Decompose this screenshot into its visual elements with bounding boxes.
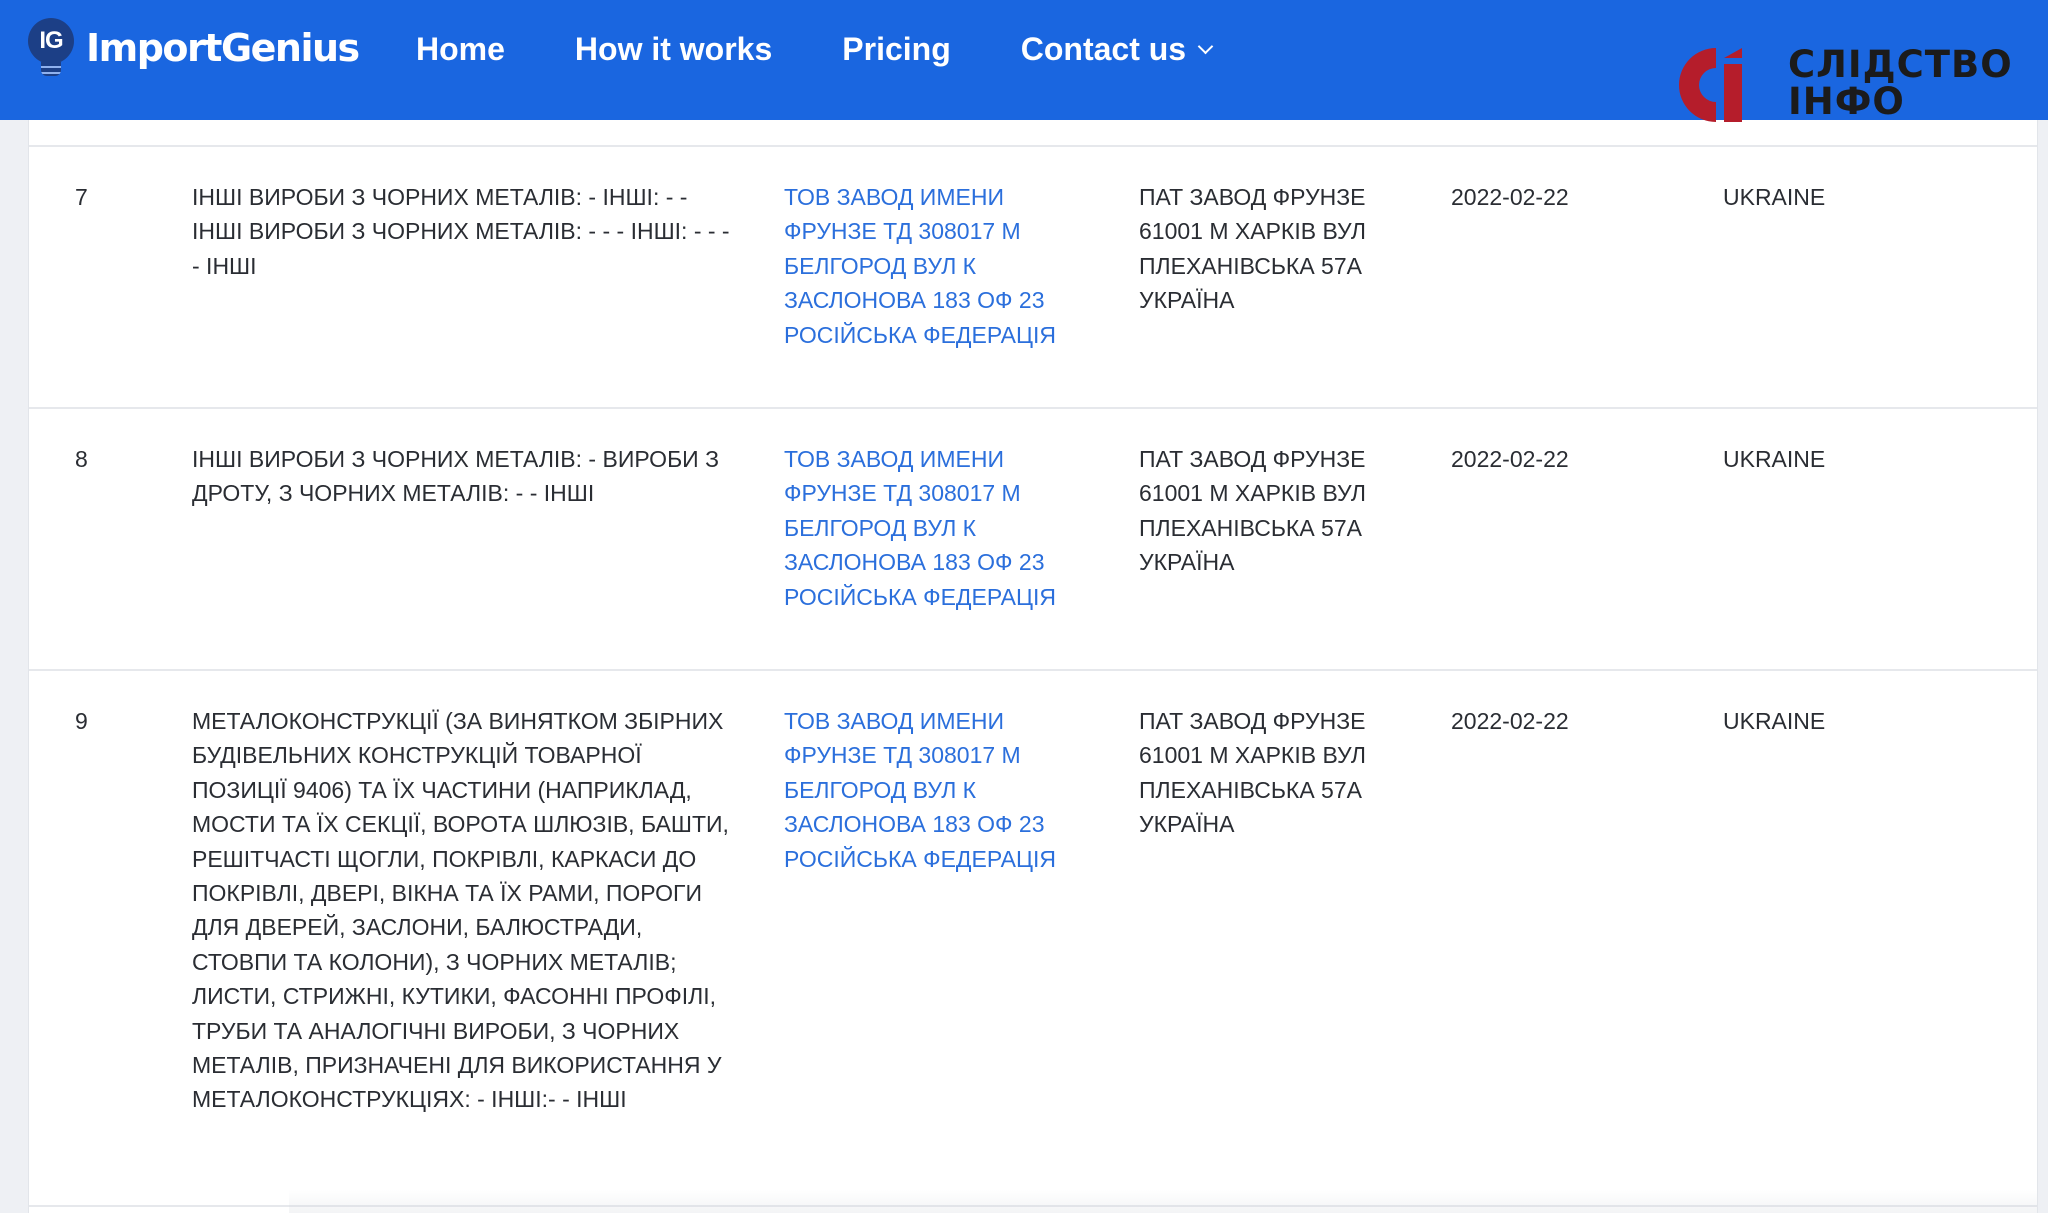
consignee: ПАТ ЗАВОД ФРУНЗЕ 61001 М ХАРКІВ ВУЛ ПЛЕХ… <box>1139 184 1366 314</box>
consignee: ПАТ ЗАВОД ФРУНЗЕ 61001 М ХАРКІВ ВУЛ ПЛЕХ… <box>1139 446 1366 576</box>
table-row: 9 МЕТАЛОКОНСТРУКЦІЇ (ЗА ВИНЯТКОМ ЗБІРНИХ… <box>29 671 2037 1207</box>
nav-home-label: Home <box>416 30 505 67</box>
shipper-link[interactable]: ТОВ ЗАВОД ИМЕНИ ФРУНЗЕ ТД 308017 М БЕЛГО… <box>784 704 1084 876</box>
consignee: ПАТ ЗАВОД ФРУНЗЕ 61001 М ХАРКІВ ВУЛ ПЛЕХ… <box>1139 708 1366 838</box>
chevron-down-icon <box>1197 38 1214 54</box>
table-row: 7 ІНШІ ВИРОБИ З ЧОРНИХ МЕТАЛІВ: - ІНШІ: … <box>29 147 2037 409</box>
table-row: 8 ІНШІ ВИРОБИ З ЧОРНИХ МЕТАЛІВ: - ВИРОБИ… <box>29 409 2037 671</box>
nav-how-it-works-label: How it works <box>574 30 773 67</box>
product-description: ІНШІ ВИРОБИ З ЧОРНИХ МЕТАЛІВ: - ВИРОБИ З… <box>192 446 719 507</box>
watermark-line-2: ІНФО <box>1788 80 1905 123</box>
watermark-logo: СЛІДСТВО ІНФО <box>1676 43 2013 126</box>
shipments-table: 7 ІНШІ ВИРОБИ З ЧОРНИХ МЕТАЛІВ: - ІНШІ: … <box>28 120 2038 1213</box>
arrival-date: 2022-02-22 <box>1451 708 1569 734</box>
brand-logo[interactable]: IG ImportGenius <box>28 16 360 80</box>
product-description: МЕТАЛОКОНСТРУКЦІЇ (ЗА ВИНЯТКОМ ЗБІРНИХ Б… <box>192 708 729 1113</box>
arrival-date: 2022-02-22 <box>1451 446 1569 472</box>
lightbulb-icon: IG <box>28 18 74 78</box>
watermark-mark-icon <box>1678 47 1742 122</box>
nav-how-it-works[interactable]: How it works <box>575 31 772 68</box>
brand-icon-text: IG <box>28 18 74 64</box>
nav-pricing-label: Pricing <box>842 30 951 67</box>
arrival-date: 2022-02-22 <box>1451 184 1569 210</box>
nav-home[interactable]: Home <box>416 31 505 68</box>
bulb-base <box>41 62 61 76</box>
country: UKRAINE <box>1723 708 1826 734</box>
country: UKRAINE <box>1723 184 1826 210</box>
nav-contact-us-label: Contact us <box>1020 30 1187 67</box>
row-number: 7 <box>75 184 88 210</box>
nav-pricing[interactable]: Pricing <box>842 31 950 68</box>
watermark-text: СЛІДСТВО ІНФО <box>1788 43 2013 123</box>
nav-contact-us[interactable]: Contact us <box>1020 30 1214 68</box>
product-description: ІНШІ ВИРОБИ З ЧОРНИХ МЕТАЛІВ: - ІНШІ: - … <box>192 184 730 279</box>
row-number: 9 <box>75 708 88 734</box>
watermark-line-1: СЛІДСТВО <box>1788 43 2013 86</box>
bottom-shadow <box>289 1190 2037 1213</box>
main-nav: Home How it works Pricing Contact us <box>416 26 1281 72</box>
country: UKRAINE <box>1723 446 1826 472</box>
shipper-link[interactable]: ТОВ ЗАВОД ИМЕНИ ФРУНЗЕ ТД 308017 М БЕЛГО… <box>784 442 1084 614</box>
shipper-link[interactable]: ТОВ ЗАВОД ИМЕНИ ФРУНЗЕ ТД 308017 М БЕЛГО… <box>784 180 1084 352</box>
brand-name: ImportGenius <box>86 26 360 70</box>
row-number: 8 <box>75 446 88 472</box>
